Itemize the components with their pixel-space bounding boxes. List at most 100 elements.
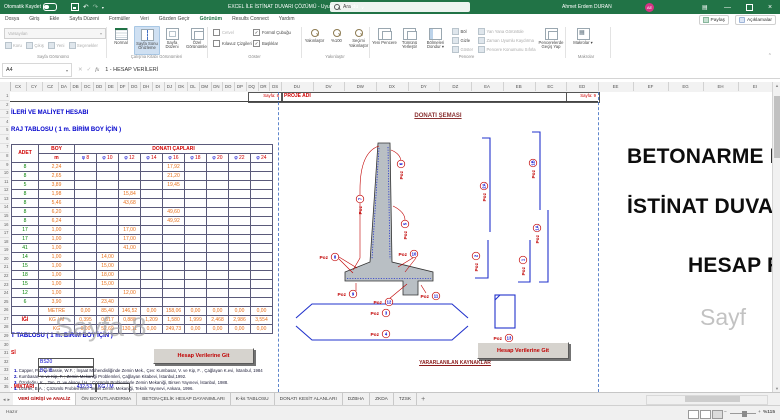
cell[interactable]: 1,00 xyxy=(38,242,75,253)
column-header-EE[interactable]: EE xyxy=(598,82,634,91)
redo-icon[interactable]: ↷ xyxy=(92,3,97,11)
cell[interactable] xyxy=(74,206,97,217)
cell[interactable] xyxy=(184,251,207,262)
ribbon-tab-dosya[interactable]: Dosya xyxy=(0,14,24,25)
sheet-view-button-çıkış[interactable]: Çıkış xyxy=(26,42,44,49)
cell[interactable]: 0,00 xyxy=(228,323,251,334)
cell[interactable] xyxy=(184,215,207,226)
cell[interactable] xyxy=(118,215,141,226)
sheet-view-button-koru[interactable]: Koru xyxy=(5,42,22,49)
cell[interactable] xyxy=(228,242,251,253)
cell[interactable] xyxy=(206,269,229,280)
cell[interactable]: 1,00 xyxy=(38,224,75,235)
cell[interactable]: 8 xyxy=(11,206,39,217)
cell[interactable]: 1,580 xyxy=(162,314,185,325)
cell[interactable] xyxy=(118,269,141,280)
user-name[interactable]: Ahmet Erdem DURAN xyxy=(562,0,612,14)
zoom-button-yakınlaştır[interactable]: Yakınlaştır xyxy=(304,26,325,53)
cell[interactable] xyxy=(228,260,251,271)
window-small-göster[interactable]: Göster xyxy=(452,46,473,53)
check-kılavuz-çizgileri[interactable]: Kılavuz Çizgileri xyxy=(213,40,252,47)
cell[interactable] xyxy=(228,269,251,280)
cell[interactable] xyxy=(228,215,251,226)
cell[interactable]: 1,98 xyxy=(38,188,75,199)
cell[interactable] xyxy=(206,224,229,235)
cell[interactable] xyxy=(162,197,185,208)
cell[interactable] xyxy=(118,170,141,181)
cell[interactable] xyxy=(118,278,141,289)
view-button-sayfa-sonu-önizleme[interactable]: Sayfa Sonu Önizleme xyxy=(134,26,160,55)
column-header-DW[interactable]: DW xyxy=(344,82,378,91)
cell[interactable]: 1,00 xyxy=(38,278,75,289)
cell[interactable]: φ 12 xyxy=(118,152,141,163)
cell[interactable] xyxy=(96,161,119,172)
cell[interactable]: 2,65 xyxy=(38,170,75,181)
cell[interactable] xyxy=(74,269,97,280)
cell[interactable] xyxy=(162,242,185,253)
cell[interactable]: 15,84 xyxy=(118,188,141,199)
cell[interactable] xyxy=(118,251,141,262)
cell[interactable]: 8 xyxy=(11,170,39,181)
cancel-entry-icon[interactable]: ✕ xyxy=(78,67,83,73)
cell[interactable] xyxy=(184,188,207,199)
cell[interactable]: m xyxy=(38,152,75,163)
switch-windows-button[interactable]: Pencerelerde Geçiş Yap xyxy=(538,26,564,53)
cell[interactable] xyxy=(140,197,163,208)
cell[interactable] xyxy=(140,161,163,172)
cell[interactable]: 41,00 xyxy=(118,242,141,253)
cell[interactable] xyxy=(162,260,185,271)
cell[interactable] xyxy=(250,170,273,181)
cell-bs20[interactable]: BS20 xyxy=(40,359,52,365)
cell[interactable] xyxy=(140,296,163,307)
cell[interactable]: φ 24 xyxy=(250,152,273,163)
ribbon-tab-results-connect[interactable]: Results Connect xyxy=(227,14,274,25)
cell[interactable]: 158,06 xyxy=(162,305,185,316)
cell[interactable] xyxy=(250,260,273,271)
cell[interactable] xyxy=(184,179,207,190)
cell[interactable] xyxy=(74,287,97,298)
cell[interactable] xyxy=(74,224,97,235)
cell[interactable] xyxy=(74,170,97,181)
save-icon[interactable] xyxy=(71,3,79,11)
cell[interactable]: 8 xyxy=(11,161,39,172)
cell[interactable]: 15 xyxy=(11,260,39,271)
view-button-normal[interactable]: Normal xyxy=(109,26,133,53)
cell[interactable]: ADET xyxy=(11,143,39,163)
column-header-EC[interactable]: EC xyxy=(535,82,568,91)
cell[interactable] xyxy=(140,188,163,199)
column-header-EB[interactable]: EB xyxy=(503,82,536,91)
zoom-button-seçimi-yakınlaştır[interactable]: Seçimi Yakınlaştır xyxy=(348,26,369,53)
cell[interactable]: 0,00 xyxy=(184,323,207,334)
cell[interactable]: 6,24 xyxy=(38,215,75,226)
metraj-table[interactable]: ADET BOY DONATI ÇAPLARI m φ 8φ 10 φ 12 φ 14 φ 1… xyxy=(11,143,273,334)
cell[interactable] xyxy=(206,251,229,262)
cell[interactable] xyxy=(140,170,163,181)
insert-function-icon[interactable]: fx xyxy=(95,67,99,73)
cell[interactable]: 0,00 xyxy=(250,305,273,316)
cell[interactable] xyxy=(74,179,97,190)
cell[interactable] xyxy=(250,197,273,208)
cell[interactable]: 0,00 xyxy=(206,305,229,316)
column-header-EG[interactable]: EG xyxy=(668,82,704,91)
cell[interactable] xyxy=(162,287,185,298)
cell[interactable] xyxy=(162,224,185,235)
cell[interactable] xyxy=(140,233,163,244)
window-disabled-0[interactable]: Yan Yana Görüntüle xyxy=(478,28,524,35)
column-header-DY[interactable]: DY xyxy=(408,82,441,91)
cell[interactable]: 249,73 xyxy=(162,323,185,334)
cell[interactable] xyxy=(184,269,207,280)
window-button-tümünü-yerleştir[interactable]: Tümünü Yerleştir xyxy=(397,26,422,53)
cell[interactable] xyxy=(250,296,273,307)
cell[interactable] xyxy=(11,323,39,334)
cell[interactable] xyxy=(250,188,273,199)
column-header-CX[interactable]: CX xyxy=(10,82,27,91)
check-formül-çubuğu[interactable]: ✓ Formül Çubuğu xyxy=(253,29,291,36)
column-header-EI[interactable]: EI xyxy=(738,82,773,91)
cell[interactable] xyxy=(250,161,273,172)
cell[interactable] xyxy=(96,179,119,190)
cell[interactable]: 1,00 xyxy=(38,233,75,244)
collapse-ribbon-icon[interactable]: ⌃ xyxy=(768,53,772,59)
ribbon-tab-yardım[interactable]: Yardım xyxy=(274,14,300,25)
scroll-up-icon[interactable]: ▲ xyxy=(773,83,780,88)
autosave-toggle[interactable]: Otomatik Kaydet xyxy=(4,0,57,14)
